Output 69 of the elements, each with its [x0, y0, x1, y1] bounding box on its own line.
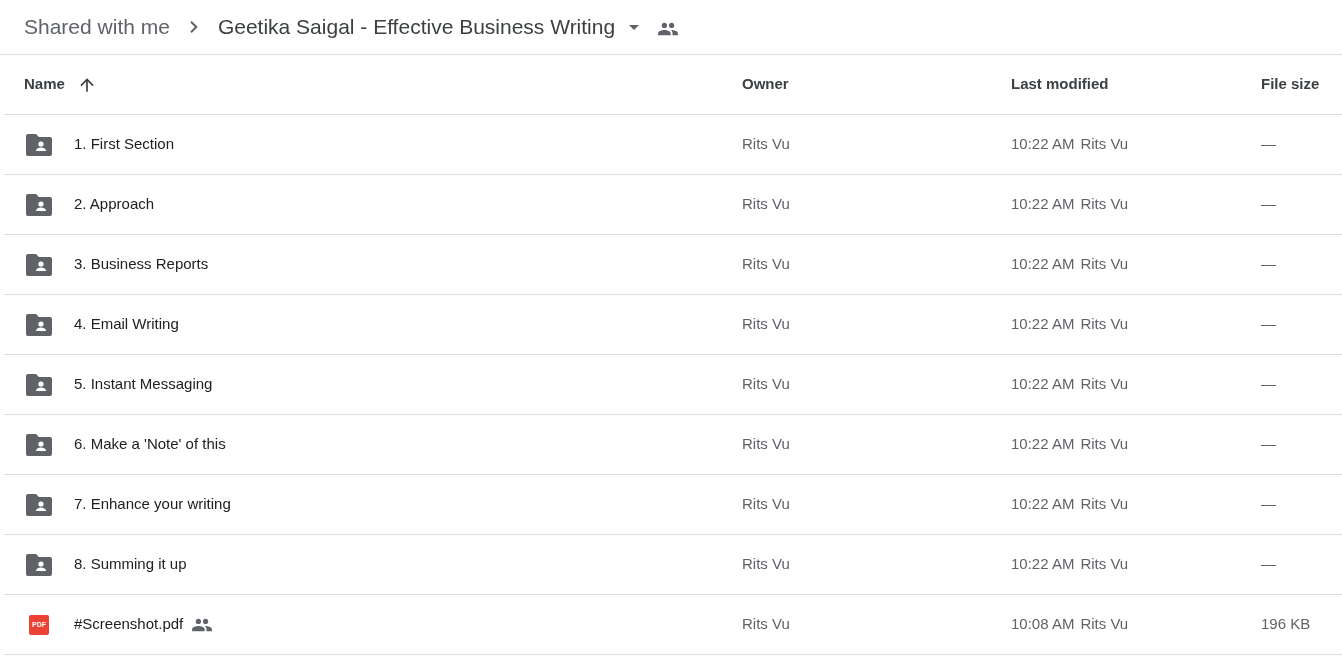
file-size: — [1261, 554, 1277, 575]
shared-folder-icon [26, 373, 52, 396]
file-size: — [1261, 374, 1277, 395]
column-header[interactable]: Last modified [1011, 73, 1261, 96]
caret-icon [629, 24, 640, 30]
modified-time: 10:22 AM [1011, 314, 1075, 335]
owner-text: Rits Vu [742, 614, 791, 635]
modified-time: 10:22 AM [1011, 374, 1075, 395]
modified-by: Rits Vu [1080, 134, 1129, 155]
file-row[interactable]: 6. Make a 'Note' of this Rits Vu 10:22 AM Rits Vu — [4, 415, 1342, 475]
file-name: 2. Approach [74, 194, 155, 215]
modified-time: 10:22 AM [1011, 494, 1075, 515]
owner-text: Rits Vu [742, 434, 791, 455]
modified-by: Rits Vu [1080, 314, 1129, 335]
shared-folder-icon [26, 433, 52, 456]
file-size: — [1261, 434, 1277, 455]
breadcrumb-link[interactable]: Shared with me [24, 11, 170, 43]
column-header[interactable]: Owner [742, 73, 1011, 96]
modified-by: Rits Vu [1080, 554, 1129, 575]
file-row[interactable]: 8. Summing it up Rits Vu 10:22 AM Rits Vu — [4, 535, 1342, 595]
modified-by: Rits Vu [1080, 614, 1129, 635]
file-name: 1. First Section [74, 134, 175, 155]
modified-time: 10:08 AM [1011, 614, 1075, 635]
shared-folder-icon [26, 313, 52, 336]
modified-by: Rits Vu [1080, 254, 1129, 275]
file-row[interactable]: 7. Enhance your writing Rits Vu 10:22 AM Rits Vu — [4, 475, 1342, 535]
column-header[interactable]: File size [1261, 73, 1342, 96]
shared-folder-icon [26, 253, 52, 276]
file-size: 196 KB [1261, 614, 1312, 635]
file-size: — [1261, 134, 1277, 155]
file-row[interactable]: 3. Business Reports Rits Vu 10:22 AM Rits Vu — [4, 235, 1342, 295]
modified-by: Rits Vu [1080, 494, 1129, 515]
file-name: 6. Make a 'Note' of this [74, 434, 226, 455]
file-name: 8. Summing it up [74, 554, 187, 575]
modified-time: 10:22 AM [1011, 134, 1075, 155]
column-header[interactable]: Name [24, 73, 65, 96]
owner-text: Rits Vu [742, 194, 791, 215]
modified-by: Rits Vu [1080, 434, 1129, 455]
file-size: — [1261, 254, 1277, 275]
shared-folder-icon [26, 493, 52, 516]
file-row[interactable]: 4. Email Writing Rits Vu 10:22 AM Rits Vu — [4, 295, 1342, 355]
modified-time: 10:22 AM [1011, 434, 1075, 455]
owner-text: Rits Vu [742, 314, 791, 335]
file-name: 5. Instant Messaging [74, 374, 213, 395]
owner-text: Rits Vu [742, 554, 791, 575]
owner-text: Rits Vu [742, 254, 791, 275]
file-row[interactable]: 5. Instant Messaging Rits Vu 10:22 AM Rits Vu — [4, 355, 1342, 415]
modified-by: Rits Vu [1080, 194, 1129, 215]
shared-folder-icon [26, 133, 52, 156]
owner-text: Rits Vu [742, 134, 791, 155]
owner-text: Rits Vu [742, 494, 791, 515]
file-size: — [1261, 194, 1277, 215]
file-name: 7. Enhance your writing [74, 494, 231, 515]
modified-time: 10:22 AM [1011, 554, 1075, 575]
file-name: 3. Business Reports [74, 254, 209, 275]
modified-time: 10:22 AM [1011, 194, 1075, 215]
file-size: — [1261, 494, 1277, 515]
file-name: #Screenshot.pdf [74, 614, 184, 635]
file-row[interactable]: 2. Approach Rits Vu 10:22 AM Rits Vu — [4, 175, 1342, 235]
chevron-right-icon [189, 21, 198, 33]
file-size: — [1261, 314, 1277, 335]
shared-folder-icon [26, 193, 52, 216]
folder-title-dropdown[interactable]: Geetika Saigal - Effective Business Writing [217, 11, 640, 43]
owner-text: Rits Vu [742, 374, 791, 395]
modified-time: 10:22 AM [1011, 254, 1075, 275]
file-row[interactable]: 1. First Section Rits Vu 10:22 AM Rits Vu — [4, 115, 1342, 175]
modified-by: Rits Vu [1080, 374, 1129, 395]
file-name: 4. Email Writing [74, 314, 179, 335]
shared-folder-icon [26, 553, 52, 576]
